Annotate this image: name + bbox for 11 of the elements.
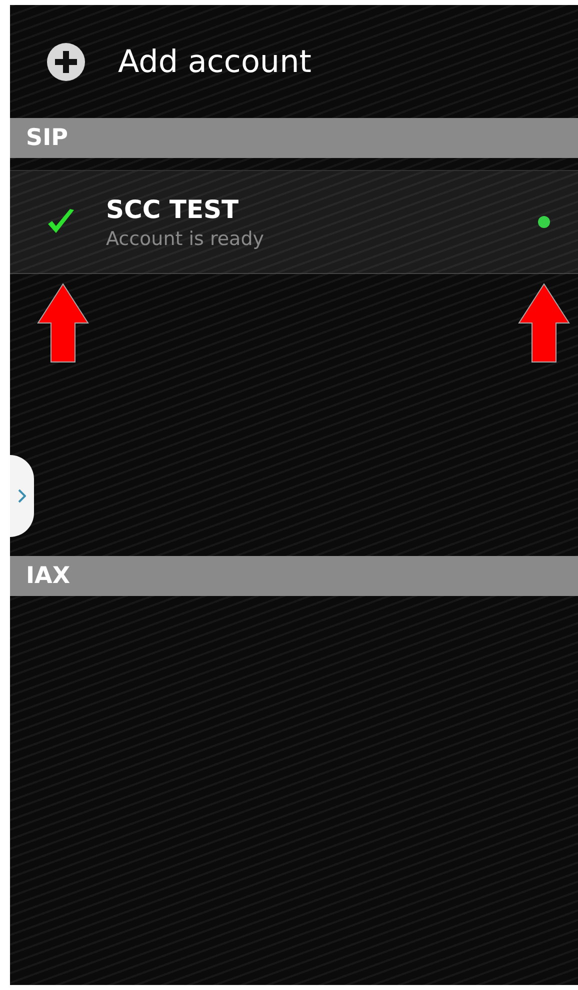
account-name: SCC TEST	[106, 194, 240, 224]
add-account-button[interactable]: Add account	[10, 5, 578, 118]
arrow-up-icon	[518, 283, 570, 363]
section-header: IAX	[10, 556, 578, 596]
chevron-right-icon	[18, 489, 26, 503]
drawer-handle[interactable]	[10, 455, 34, 537]
section-header: SIP	[10, 118, 578, 158]
arrow-up-icon	[37, 283, 89, 363]
account-row[interactable]: SCC TEST Account is ready	[10, 170, 578, 274]
account-status: Account is ready	[106, 228, 266, 250]
add-icon	[46, 42, 86, 82]
